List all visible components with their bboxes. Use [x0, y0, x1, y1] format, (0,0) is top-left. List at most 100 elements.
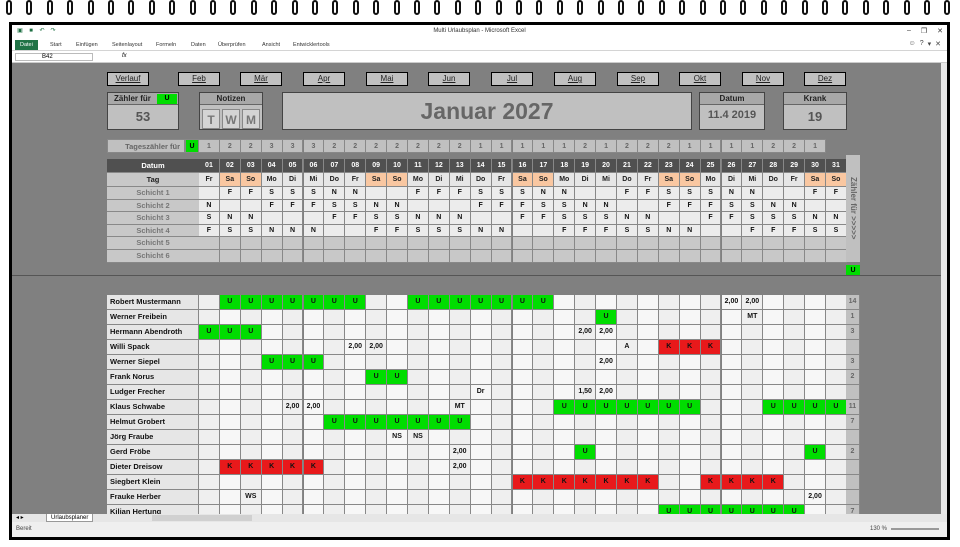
employee-day-cell[interactable]: U	[261, 295, 283, 310]
employee-day-cell[interactable]	[637, 490, 659, 505]
employee-day-cell[interactable]	[428, 340, 450, 355]
employee-day-cell[interactable]	[449, 310, 471, 325]
employee-day-cell[interactable]	[721, 415, 743, 430]
employee-day-cell[interactable]	[805, 370, 826, 385]
month-button-7[interactable]: Aug	[554, 72, 596, 86]
employee-day-cell[interactable]	[554, 310, 576, 325]
employee-day-cell[interactable]	[219, 430, 241, 445]
employee-day-cell[interactable]: U	[428, 415, 450, 430]
employee-day-cell[interactable]: U	[658, 400, 680, 415]
employee-day-cell[interactable]	[554, 460, 576, 475]
minimize-ribbon-icon[interactable]: ▾	[928, 40, 932, 48]
employee-day-cell[interactable]	[470, 415, 492, 430]
employee-day-cell[interactable]	[240, 445, 262, 460]
employee-day-cell[interactable]	[240, 355, 262, 370]
employee-day-cell[interactable]: U	[345, 415, 367, 430]
employee-day-cell[interactable]	[303, 415, 325, 430]
employee-day-cell[interactable]	[470, 355, 492, 370]
employee-day-cell[interactable]: U	[596, 400, 617, 415]
employee-day-cell[interactable]	[700, 445, 722, 460]
employee-day-cell[interactable]	[512, 445, 534, 460]
employee-day-cell[interactable]	[763, 445, 785, 460]
employee-day-cell[interactable]	[554, 385, 576, 400]
employee-day-cell[interactable]	[366, 460, 388, 475]
employee-day-cell[interactable]	[324, 475, 346, 490]
employee-day-cell[interactable]: K	[679, 340, 701, 355]
employee-day-cell[interactable]	[408, 325, 429, 340]
employee-day-cell[interactable]	[700, 490, 722, 505]
restore-icon[interactable]: ❐	[921, 27, 927, 35]
employee-day-cell[interactable]	[637, 385, 659, 400]
employee-day-cell[interactable]	[554, 295, 576, 310]
employee-day-cell[interactable]	[345, 355, 367, 370]
sheet-nav-icon[interactable]: ◂ ▸	[16, 514, 24, 521]
employee-day-cell[interactable]	[805, 460, 826, 475]
employee-day-cell[interactable]	[575, 310, 597, 325]
employee-day-cell[interactable]	[491, 385, 513, 400]
employee-day-cell[interactable]: MT	[449, 400, 471, 415]
employee-day-cell[interactable]	[700, 430, 722, 445]
employee-day-cell[interactable]	[617, 310, 638, 325]
employee-day-cell[interactable]	[742, 445, 764, 460]
month-button-10[interactable]: Nov	[742, 72, 784, 86]
employee-day-cell[interactable]	[721, 385, 743, 400]
employee-day-cell[interactable]	[554, 340, 576, 355]
employee-day-cell[interactable]	[533, 460, 555, 475]
employee-day-cell[interactable]	[345, 475, 367, 490]
employee-day-cell[interactable]	[366, 490, 388, 505]
employee-day-cell[interactable]	[387, 310, 408, 325]
employee-day-cell[interactable]	[240, 385, 262, 400]
employee-day-cell[interactable]	[199, 460, 220, 475]
employee-day-cell[interactable]	[428, 370, 450, 385]
employee-day-cell[interactable]	[324, 385, 346, 400]
employee-day-cell[interactable]	[763, 385, 785, 400]
employee-name[interactable]: Klaus Schwabe	[107, 400, 199, 415]
employee-name[interactable]: Dieter Dreisow	[107, 460, 199, 475]
employee-name[interactable]: Jörg Fraube	[107, 430, 199, 445]
employee-day-cell[interactable]: K	[700, 340, 722, 355]
employee-day-cell[interactable]	[470, 490, 492, 505]
employee-day-cell[interactable]	[219, 475, 241, 490]
employee-day-cell[interactable]	[700, 460, 722, 475]
employee-day-cell[interactable]: 2,00	[721, 295, 743, 310]
employee-day-cell[interactable]	[199, 340, 220, 355]
employee-day-cell[interactable]	[575, 430, 597, 445]
employee-day-cell[interactable]	[805, 355, 826, 370]
employee-day-cell[interactable]	[617, 385, 638, 400]
employee-day-cell[interactable]	[199, 430, 220, 445]
employee-day-cell[interactable]	[199, 385, 220, 400]
employee-day-cell[interactable]: U	[763, 400, 785, 415]
employee-day-cell[interactable]	[637, 355, 659, 370]
employee-day-cell[interactable]	[617, 445, 638, 460]
employee-day-cell[interactable]: K	[533, 475, 555, 490]
employee-day-cell[interactable]	[784, 310, 806, 325]
employee-day-cell[interactable]: U	[303, 295, 325, 310]
employee-day-cell[interactable]	[742, 490, 764, 505]
employee-day-cell[interactable]: U	[366, 370, 388, 385]
employee-day-cell[interactable]	[763, 355, 785, 370]
employee-day-cell[interactable]	[784, 430, 806, 445]
employee-day-cell[interactable]	[449, 370, 471, 385]
employee-day-cell[interactable]	[470, 340, 492, 355]
employee-day-cell[interactable]	[721, 310, 743, 325]
employee-day-cell[interactable]	[366, 445, 388, 460]
employee-day-cell[interactable]	[261, 445, 283, 460]
employee-day-cell[interactable]	[512, 415, 534, 430]
employee-day-cell[interactable]	[366, 430, 388, 445]
month-button-2[interactable]: Mär	[240, 72, 282, 86]
employee-day-cell[interactable]	[470, 325, 492, 340]
employee-day-cell[interactable]	[658, 370, 680, 385]
employee-day-cell[interactable]	[282, 370, 304, 385]
employee-day-cell[interactable]	[449, 475, 471, 490]
employee-day-cell[interactable]	[470, 445, 492, 460]
employee-day-cell[interactable]	[784, 490, 806, 505]
employee-day-cell[interactable]: U	[449, 295, 471, 310]
zaehler-code[interactable]: U	[157, 94, 177, 104]
employee-day-cell[interactable]	[324, 355, 346, 370]
employee-day-cell[interactable]	[491, 445, 513, 460]
employee-day-cell[interactable]	[324, 325, 346, 340]
employee-day-cell[interactable]	[679, 370, 701, 385]
employee-day-cell[interactable]: U	[596, 310, 617, 325]
employee-day-cell[interactable]	[428, 490, 450, 505]
employee-day-cell[interactable]	[303, 310, 325, 325]
